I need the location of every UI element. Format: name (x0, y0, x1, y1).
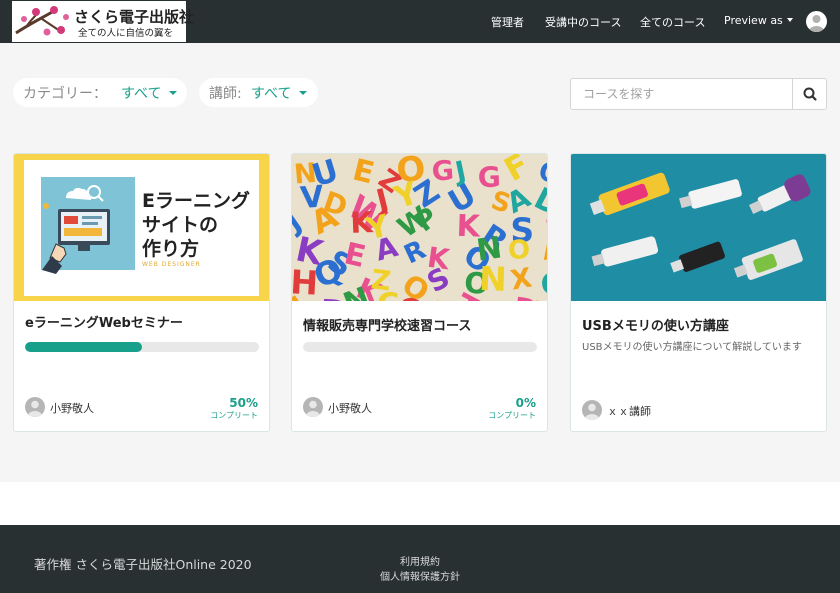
instructor-filter-value[interactable]: すべて (251, 83, 291, 103)
thumbnail-letter: N (478, 259, 507, 299)
author-name: ｘｘ講師 (607, 405, 651, 418)
course-title[interactable]: 情報販売専門学校速習コース (303, 315, 471, 334)
category-filter[interactable]: カテゴリー： すべて (13, 78, 187, 107)
course-title[interactable]: eラーニングWebセミナー (25, 312, 183, 331)
content-bottom-band (0, 482, 840, 525)
site-logo[interactable]: さくら電子出版社 全ての人に自信の翼を (12, 1, 194, 42)
complete-label: コンプリート (488, 411, 536, 420)
author-name: 小野敬人 (328, 402, 372, 415)
thumbnail-letter: C (539, 266, 547, 301)
preview-as-label: Preview as (724, 14, 783, 27)
progress-bar-fill (25, 342, 142, 352)
thumbnail-caption: WEB DESIGNER (142, 261, 201, 268)
thumbnail-letter: C (377, 287, 400, 301)
caret-down-icon (786, 18, 793, 22)
caret-down-icon (299, 91, 307, 95)
course-card[interactable]: NUEZOGJGFQVDWJYZUSADJAKYWPKRSVKSEARKONOA… (291, 153, 548, 432)
course-thumbnail: Eラーニング サイトの 作り方 WEB DESIGNER (14, 154, 269, 301)
author-name: 小野敬人 (50, 402, 94, 415)
course-description: USBメモリの使い方講座について解説しています (582, 342, 802, 353)
progress-percent: 0% (515, 396, 536, 410)
complete-label: コンプリート (210, 411, 258, 420)
instructor-filter[interactable]: 講師: すべて (199, 78, 318, 107)
search-button[interactable] (792, 79, 826, 109)
footer-link-privacy[interactable]: 個人情報保護方針 (380, 568, 460, 583)
course-card[interactable]: Eラーニング サイトの 作り方 WEB DESIGNER eラーニングWebセミ… (13, 153, 270, 432)
progress-percent: 50% (229, 396, 258, 410)
course-search (570, 78, 827, 110)
author-avatar-icon (303, 397, 323, 417)
search-icon (803, 87, 817, 101)
top-navbar: さくら電子出版社 全ての人に自信の翼を 管理者 受講中のコース 全てのコース P… (0, 0, 840, 43)
footer: 著作権 さくら電子出版社Online 2020 利用規約 個人情報保護方針 (0, 525, 840, 593)
caret-down-icon (169, 91, 177, 95)
course-card[interactable]: USBメモリの使い方講座 USBメモリの使い方講座について解説しています ｘｘ講… (570, 153, 827, 432)
logo-title: さくら電子出版社 (74, 8, 195, 26)
instructor-filter-label: 講師: (209, 86, 242, 102)
thumbnail-heading: Eラーニング サイトの 作り方 (142, 190, 250, 260)
author-avatar-icon (25, 397, 45, 417)
progress-bar (303, 342, 537, 352)
preview-as-dropdown[interactable]: Preview as (724, 14, 793, 27)
course-title[interactable]: USBメモリの使い方講座 (582, 315, 729, 334)
category-filter-value[interactable]: すべて (121, 83, 161, 103)
search-input[interactable] (571, 79, 792, 109)
logo-tagline: 全ての人に自信の翼を (78, 28, 174, 39)
thumbnail-letter: O (507, 235, 531, 266)
course-thumbnail: NUEZOGJGFQVDWJYZUSADJAKYWPKRSVKSEARKONOA… (292, 154, 547, 301)
category-filter-label: カテゴリー： (23, 86, 107, 102)
footer-link-terms[interactable]: 利用規約 (400, 553, 440, 568)
nav-all-courses[interactable]: 全てのコース (640, 14, 705, 30)
progress-bar (25, 342, 259, 352)
nav-enrolled-courses[interactable]: 受講中のコース (545, 14, 621, 30)
sakura-logo-icon (15, 6, 69, 36)
author-avatar-icon (582, 400, 602, 420)
user-avatar-icon[interactable] (806, 11, 827, 32)
thumbnail-letter: A (372, 230, 402, 268)
thumbnail-letter: G (431, 155, 455, 187)
nav-admin[interactable]: 管理者 (491, 14, 524, 30)
thumbnail-letter: E (341, 236, 369, 275)
course-thumbnail (571, 154, 826, 301)
footer-copyright: 著作権 さくら電子出版社Online 2020 (34, 557, 252, 572)
